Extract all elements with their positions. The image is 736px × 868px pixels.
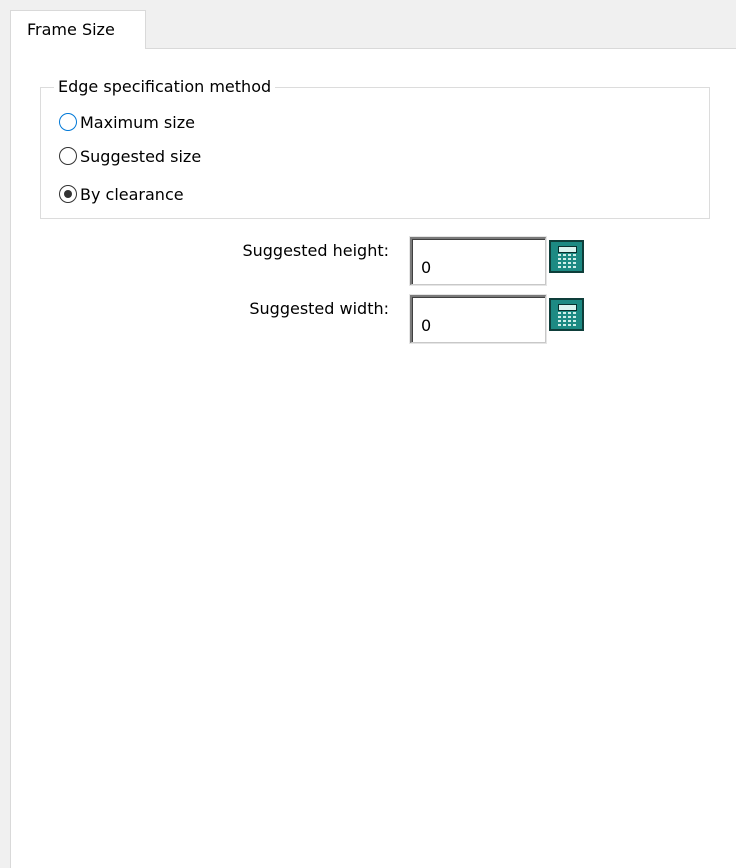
radio-label: Suggested size (80, 146, 202, 166)
radio-button[interactable] (59, 147, 77, 165)
radio-maximum-size[interactable]: Maximum size (59, 111, 195, 133)
suggested-height-label: Suggested height: (242, 241, 389, 260)
radio-label: Maximum size (80, 112, 195, 132)
suggested-width-label: Suggested width: (249, 299, 389, 318)
radio-selected-dot (64, 190, 72, 198)
suggested-width-calculator-button[interactable] (549, 298, 584, 331)
radio-button[interactable] (59, 113, 77, 131)
edge-specification-group: Edge specification method Maximum size S… (40, 77, 710, 219)
radio-button[interactable] (59, 185, 77, 203)
suggested-height-input[interactable] (410, 237, 546, 285)
group-title: Edge specification method (54, 77, 276, 96)
tab-strip: Frame Size (0, 0, 736, 49)
suggested-height-calculator-button[interactable] (549, 240, 584, 273)
radio-by-clearance[interactable]: By clearance (59, 183, 184, 205)
radio-suggested-size[interactable]: Suggested size (59, 145, 201, 167)
tab-label: Frame Size (27, 20, 115, 39)
tab-frame-size[interactable]: Frame Size (10, 10, 146, 49)
tab-page-frame-size: Edge specification method Maximum size S… (10, 48, 736, 868)
suggested-width-input[interactable] (410, 295, 546, 343)
radio-label: By clearance (80, 184, 184, 204)
